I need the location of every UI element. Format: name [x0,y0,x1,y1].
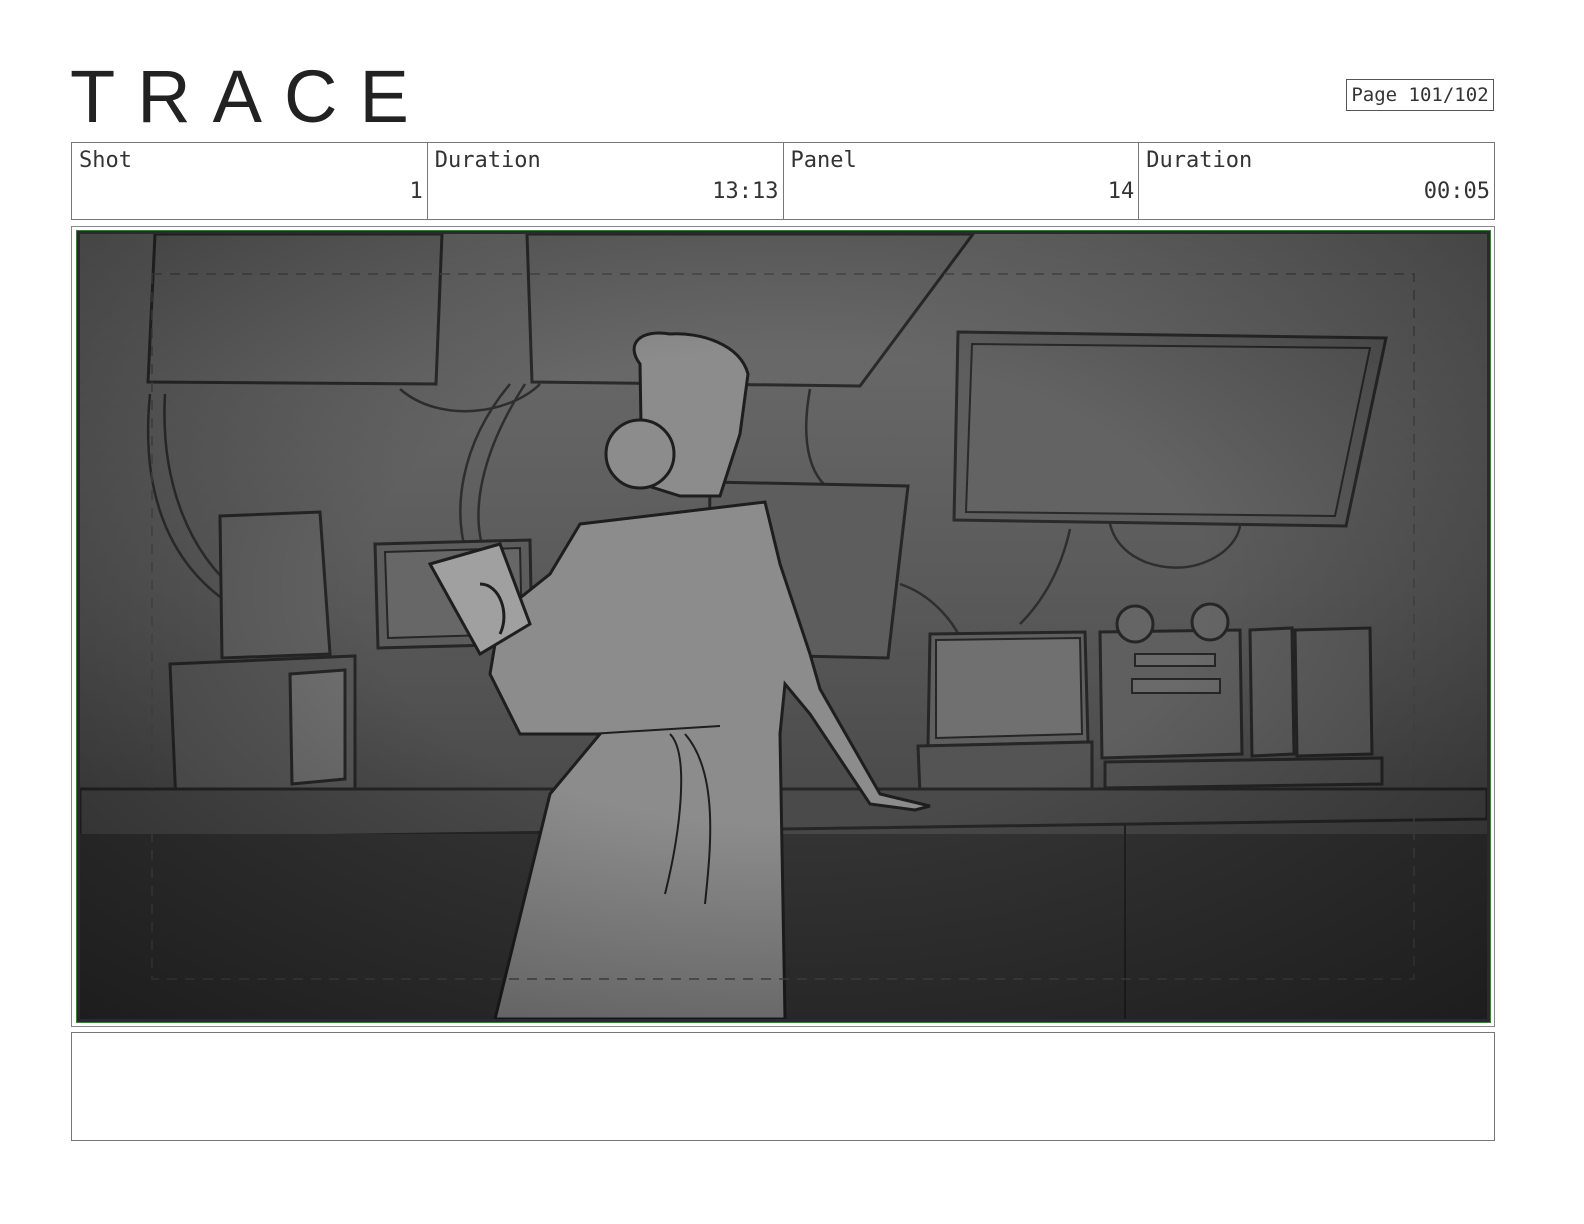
shot-label: Shot [79,148,132,173]
panel-duration-cell: Duration 00:05 [1139,143,1494,219]
shot-info-row: Shot 1 Duration 13:13 Panel 14 Duration … [71,142,1495,220]
panel-duration-value: 00:05 [1423,179,1490,204]
shot-value: 1 [409,179,423,204]
panel-image [76,230,1491,1023]
panel-duration-label: Duration [1146,148,1253,173]
storyboard-sketch [80,234,1487,1019]
shot-cell: Shot 1 [72,143,428,219]
page-indicator: Page 101/102 [1346,79,1494,111]
notes-box[interactable] [71,1032,1495,1141]
shot-duration-value: 13:13 [712,179,779,204]
shot-duration-cell: Duration 13:13 [428,143,784,219]
panel-cell: Panel 14 [784,143,1140,219]
shot-duration-label: Duration [434,148,541,173]
vignette [80,234,1487,1019]
trace-logo: TRACE [70,55,431,138]
panel-value: 14 [1107,179,1135,204]
panel-label: Panel [790,148,857,173]
